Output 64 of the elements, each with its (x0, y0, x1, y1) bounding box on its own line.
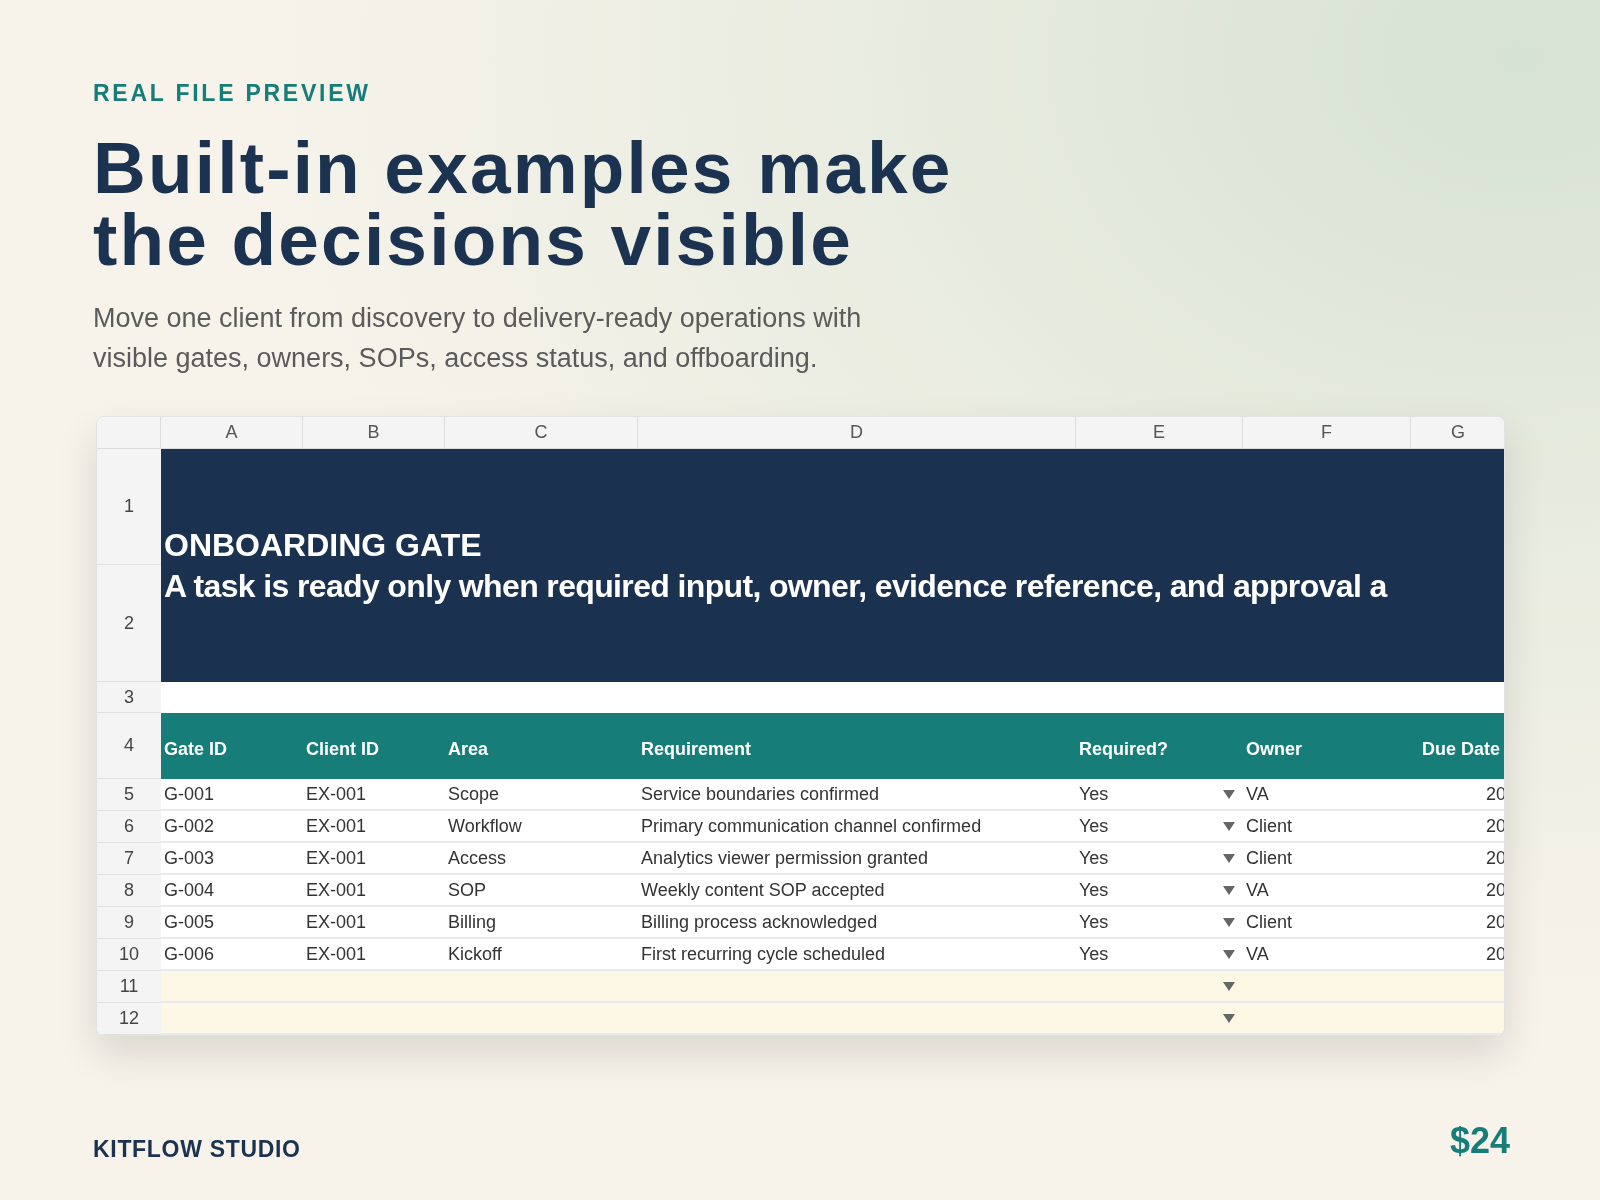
table-cell-text: G-005 (163, 910, 215, 934)
table-cell-text: Yes (1078, 782, 1109, 806)
table-cell-text: EX-001 (305, 814, 367, 838)
column-heading: Owner (1245, 737, 1303, 761)
table-cell-text: EX-001 (305, 782, 367, 806)
column-header[interactable]: F (1243, 417, 1411, 448)
column-heading: Due Date (1420, 737, 1501, 761)
table-cell-text: Client (1245, 814, 1293, 838)
table-cell-text: Yes (1078, 846, 1109, 870)
column-header[interactable]: E (1076, 417, 1243, 448)
table-cell-text: Yes (1078, 910, 1109, 934)
table-cell-text: Billing (447, 910, 497, 934)
table-cell-text: Kickoff (447, 942, 502, 966)
table-cell-text: Service boundaries confirmed (640, 782, 880, 806)
column-heading: Required? (1078, 737, 1169, 761)
table-cell-text: Yes (1078, 878, 1109, 902)
dropdown-icon[interactable] (1223, 917, 1235, 927)
table-cell-text: G-004 (163, 878, 215, 902)
column-header[interactable]: B (303, 417, 445, 448)
dropdown-icon[interactable] (1223, 885, 1235, 895)
banner-subtitle: A task is ready only when required input, owner, evidence reference, and approval a (164, 569, 1389, 603)
column-heading: Client ID (305, 737, 380, 761)
table-cell-text: EX-001 (305, 910, 367, 934)
dropdown-icon[interactable] (1223, 853, 1235, 863)
table-cell-text: First recurring cycle scheduled (640, 942, 886, 966)
column-heading: Area (447, 737, 490, 761)
price-label: $24 (1449, 1119, 1510, 1163)
column-heading: Gate ID (163, 737, 229, 761)
table-cell-text: VA (1245, 782, 1269, 806)
table-cell-text: Scope (447, 782, 500, 806)
table-cell-text: VA (1245, 942, 1269, 966)
dropdown-icon[interactable] (1223, 949, 1235, 959)
dropdown-icon[interactable] (1223, 1013, 1235, 1023)
table-cell-text: EX-001 (305, 846, 367, 870)
table-cell-text: VA (1245, 878, 1269, 902)
table-cell-text: Workflow (447, 814, 522, 838)
column-header[interactable]: A (161, 417, 303, 448)
column-header[interactable]: D (638, 417, 1076, 448)
table-cell-text: SOP (447, 878, 486, 902)
brand-name: KITFLOW STUDIO (93, 1134, 301, 1164)
table-cell-text: Billing process acknowledged (640, 910, 878, 934)
table-cell-text: Client (1245, 846, 1293, 870)
table-cell-text: Client (1245, 910, 1293, 934)
table-cell-text: G-006 (163, 942, 215, 966)
table-cell-text: Yes (1078, 814, 1109, 838)
table-cell-text: G-002 (163, 814, 215, 838)
table-cell-text: Access (447, 846, 507, 870)
table-cell-text: G-001 (163, 782, 215, 806)
dropdown-icon[interactable] (1223, 821, 1235, 831)
table-cell-text: Yes (1078, 942, 1109, 966)
subtitle: Move one client from discovery to delivery-ready operations with visible gates, owners, SOPs, access status, and offboarding. (93, 302, 863, 375)
table-cell-text: EX-001 (305, 942, 367, 966)
table-cell-text: G-003 (163, 846, 215, 870)
column-heading: Requirement (640, 737, 753, 761)
dropdown-icon[interactable] (1223, 789, 1235, 799)
banner-title: ONBOARDING GATE (164, 526, 483, 565)
table-cell-text: Analytics viewer permission granted (640, 846, 929, 870)
column-header[interactable]: C (445, 417, 638, 448)
table-cell-text: EX-001 (305, 878, 367, 902)
column-header[interactable]: G (1411, 417, 1504, 448)
table-cell-text: Primary communication channel confirmed (640, 814, 982, 838)
eyebrow-label: REAL FILE PREVIEW (93, 79, 372, 108)
dropdown-icon[interactable] (1223, 981, 1235, 991)
table-cell-text: Weekly content SOP accepted (640, 878, 885, 902)
